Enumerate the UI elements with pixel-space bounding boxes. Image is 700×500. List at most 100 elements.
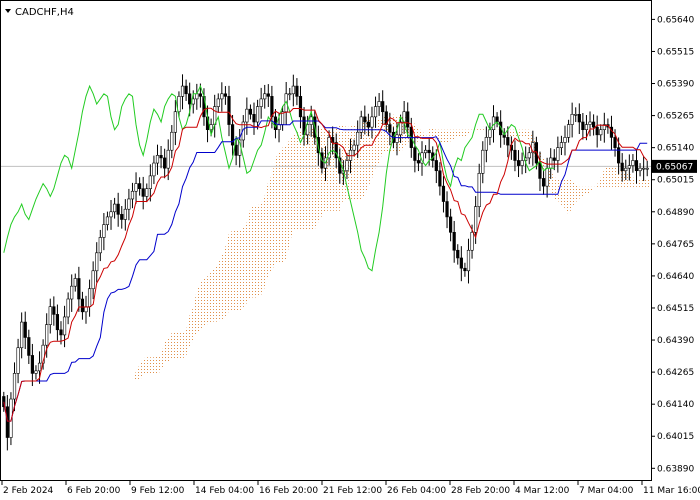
candle-body: [624, 167, 628, 172]
x-tick-label: 21 Feb 12:00: [323, 486, 382, 496]
candle-body: [195, 93, 199, 100]
candle-body: [577, 114, 581, 123]
candle-body: [27, 337, 31, 356]
candle-body: [145, 188, 149, 197]
candle-body: [574, 114, 578, 116]
candle-body: [173, 111, 177, 133]
candle-body: [170, 131, 174, 151]
candle-body: [34, 370, 38, 374]
candle-body: [563, 137, 567, 143]
candle-body: [620, 162, 624, 172]
candle-body: [466, 249, 471, 272]
candle-body: [513, 149, 517, 161]
candle-body: [266, 93, 270, 97]
candle-body: [16, 347, 20, 374]
candle-body: [477, 173, 481, 207]
y-tick-label: 0.64265: [657, 368, 694, 378]
candle-body: [198, 93, 202, 97]
candle-body: [527, 152, 531, 159]
candle-body: [366, 121, 370, 128]
y-tick-label: 0.65015: [657, 176, 694, 186]
y-tick-label: 0.64515: [657, 304, 694, 314]
candle-body: [30, 355, 34, 374]
chart-area[interactable]: CADCHF,H4 0.65640 0.65515 0.65390 0.65265 0.…: [0, 0, 700, 500]
candle-body: [352, 144, 356, 151]
y-tick-label: 0.64765: [657, 240, 694, 250]
candle-body: [163, 157, 167, 169]
candle-body: [70, 285, 74, 300]
y-tick-label: 0.64890: [657, 208, 694, 218]
candle-body: [141, 188, 145, 197]
candle-body: [80, 298, 85, 313]
candle-body: [627, 165, 631, 169]
candle-body: [252, 114, 256, 123]
candle-body: [595, 126, 599, 136]
candle-body: [506, 137, 510, 146]
candle-body: [395, 134, 399, 143]
x-tick-label: 28 Feb 20:00: [451, 486, 510, 496]
y-tick-label: 0.65265: [657, 112, 694, 122]
candle-body: [127, 198, 131, 210]
x-tick-label: 16 Feb 20:00: [259, 486, 318, 496]
y-tick-label: 0.65390: [657, 80, 694, 90]
candle-body: [591, 121, 596, 128]
candle-body: [102, 224, 106, 238]
candle-body: [459, 257, 463, 269]
y-tick-label: 0.64015: [657, 432, 694, 442]
candle-body: [427, 149, 431, 154]
candle-body: [545, 167, 549, 187]
x-tick-label: 6 Feb 20:00: [67, 486, 121, 496]
candle-body: [184, 85, 188, 95]
candle-body: [223, 93, 228, 97]
candle-body: [91, 270, 95, 290]
candle-body: [484, 137, 488, 151]
candle-body: [109, 211, 113, 218]
candle-body: [259, 98, 263, 107]
candle-body: [298, 96, 303, 118]
x-tick-label: 4 Mar 12:00: [515, 486, 570, 496]
candle-body: [245, 108, 249, 123]
candle-body: [248, 108, 253, 115]
candle-body: [23, 321, 27, 338]
candle-body: [295, 85, 299, 97]
candle-body: [570, 114, 574, 125]
candle-body: [148, 175, 152, 189]
candle-body: [398, 121, 403, 136]
candle-body: [255, 106, 260, 123]
candle-body: [263, 93, 267, 100]
y-tick-label: 0.64140: [657, 400, 694, 410]
candle-body: [541, 178, 546, 187]
y-tick-label: 0.63890: [657, 464, 694, 474]
candle-body: [613, 137, 617, 148]
candle-body: [116, 203, 120, 215]
candle-body: [434, 160, 438, 172]
candle-body: [581, 121, 585, 130]
candle-body: [152, 162, 156, 177]
candle-body: [291, 85, 295, 95]
candle-body: [138, 183, 142, 189]
chart-canvas: CADCHF,H4 0.656400.655150.653900.652650.…: [0, 0, 700, 500]
candle-body: [5, 406, 9, 438]
candle-body: [55, 314, 60, 331]
candle-body: [449, 216, 453, 233]
y-tick-label: 0.65640: [657, 15, 694, 25]
candle-body: [552, 157, 556, 161]
candle-body: [516, 160, 521, 166]
y-axis: 0.65640 0.65515 0.65390 0.65265 0.65140 0.650…: [651, 15, 694, 474]
candle-body: [520, 160, 524, 166]
y-tick-label: 0.65140: [657, 144, 694, 154]
candle-body: [166, 149, 170, 169]
candle-body: [377, 101, 381, 107]
candle-body: [370, 116, 374, 128]
candle-body: [356, 131, 360, 146]
x-tick-label: 11 Mar 16:00: [643, 486, 700, 496]
candle-body: [98, 237, 102, 254]
candle-body: [363, 116, 367, 123]
candle-body: [62, 316, 67, 336]
candle-body: [470, 232, 474, 251]
candle-body: [12, 373, 17, 400]
y-tick-label: 0.64640: [657, 272, 694, 282]
candle-body: [220, 93, 224, 100]
candle-body: [130, 190, 135, 200]
candle-body: [588, 121, 592, 125]
